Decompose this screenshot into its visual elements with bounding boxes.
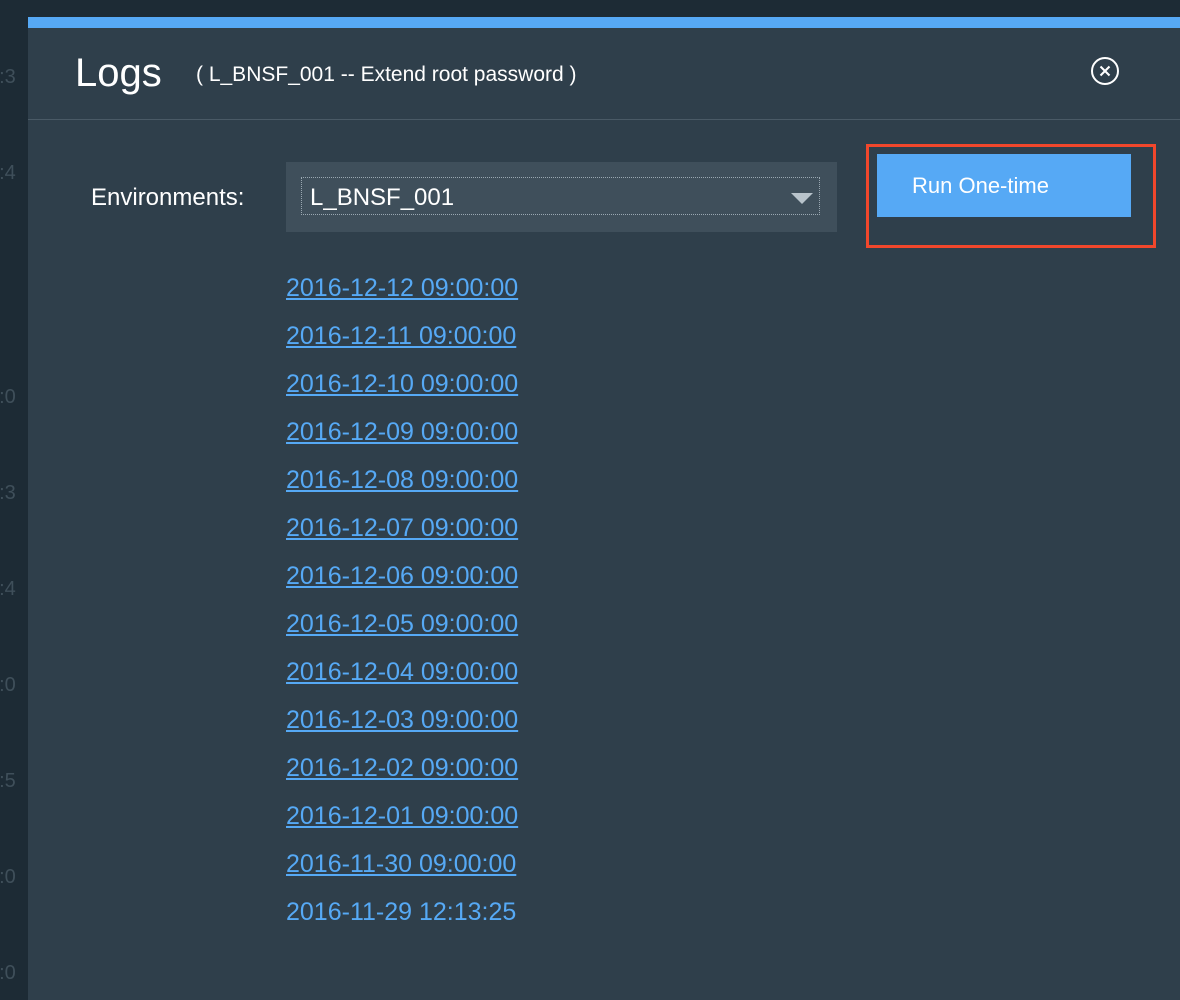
background-time-text: 5:3 xyxy=(0,482,16,504)
list-item: 2016-12-10 09:00:00 xyxy=(286,369,518,417)
logs-modal: Logs ( L_BNSF_001 -- Extend root passwor… xyxy=(28,17,1180,1000)
log-link[interactable]: 2016-12-12 09:00:00 xyxy=(286,274,518,302)
environments-select[interactable]: L_BNSF_001 xyxy=(286,162,837,232)
modal-header: Logs ( L_BNSF_001 -- Extend root passwor… xyxy=(28,28,1180,120)
log-link[interactable]: 2016-12-07 09:00:00 xyxy=(286,514,518,542)
list-item: 2016-12-02 09:00:00 xyxy=(286,753,518,801)
list-item: 2016-12-11 09:00:00 xyxy=(286,321,518,369)
log-link[interactable]: 2016-12-11 09:00:00 xyxy=(286,322,516,350)
background-time-text: 3:0 xyxy=(0,962,16,984)
background-time-text: 9:5 xyxy=(0,770,16,792)
modal-subtitle: ( L_BNSF_001 -- Extend root password ) xyxy=(196,63,577,86)
log-link[interactable]: 2016-12-09 09:00:00 xyxy=(286,418,518,446)
list-item: 2016-12-03 09:00:00 xyxy=(286,705,518,753)
list-item: 2016-12-12 09:00:00 xyxy=(286,273,518,321)
list-item: 2016-11-30 09:00:00 xyxy=(286,849,518,897)
log-link[interactable]: 2016-12-04 09:00:00 xyxy=(286,658,518,686)
log-link[interactable]: 2016-12-08 09:00:00 xyxy=(286,466,518,494)
list-item: 2016-12-05 09:00:00 xyxy=(286,609,518,657)
list-item: 2016-12-08 09:00:00 xyxy=(286,465,518,513)
environments-select-field[interactable]: L_BNSF_001 xyxy=(301,177,820,215)
log-link[interactable]: 2016-12-02 09:00:00 xyxy=(286,754,518,782)
list-item: 2016-11-29 12:13:25 xyxy=(286,897,518,945)
background-time-text: 6:0 xyxy=(0,386,16,408)
list-item: 2016-12-01 09:00:00 xyxy=(286,801,518,849)
log-link[interactable]: 2016-12-10 09:00:00 xyxy=(286,370,518,398)
log-link[interactable]: 2016-12-06 09:00:00 xyxy=(286,562,518,590)
background-time-text: 4:0 xyxy=(0,866,16,888)
list-item: 2016-12-09 09:00:00 xyxy=(286,417,518,465)
log-list: 2016-12-12 09:00:00 2016-12-11 09:00:00 … xyxy=(286,273,518,945)
modal-title: Logs xyxy=(75,51,162,95)
background-time-text: 5:4 xyxy=(0,578,16,600)
list-item: 2016-12-06 09:00:00 xyxy=(286,561,518,609)
close-icon[interactable] xyxy=(1090,56,1120,86)
list-item: 2016-12-04 09:00:00 xyxy=(286,657,518,705)
background-time-text: 3:3 xyxy=(0,66,16,88)
log-link[interactable]: 2016-12-05 09:00:00 xyxy=(286,610,518,638)
background-time-text: 1:4 xyxy=(0,162,16,184)
background-time-text: 7:0 xyxy=(0,674,16,696)
log-link[interactable]: 2016-11-30 09:00:00 xyxy=(286,850,516,878)
current-log-entry: 2016-11-29 12:13:25 xyxy=(286,898,517,926)
run-one-time-button[interactable]: Run One-time xyxy=(877,154,1131,217)
list-item: 2016-12-07 09:00:00 xyxy=(286,513,518,561)
environments-selected-value: L_BNSF_001 xyxy=(310,184,455,211)
log-link[interactable]: 2016-12-01 09:00:00 xyxy=(286,802,518,830)
environments-label: Environments: xyxy=(91,184,245,211)
log-link[interactable]: 2016-12-03 09:00:00 xyxy=(286,706,518,734)
chevron-down-icon[interactable] xyxy=(791,193,813,204)
